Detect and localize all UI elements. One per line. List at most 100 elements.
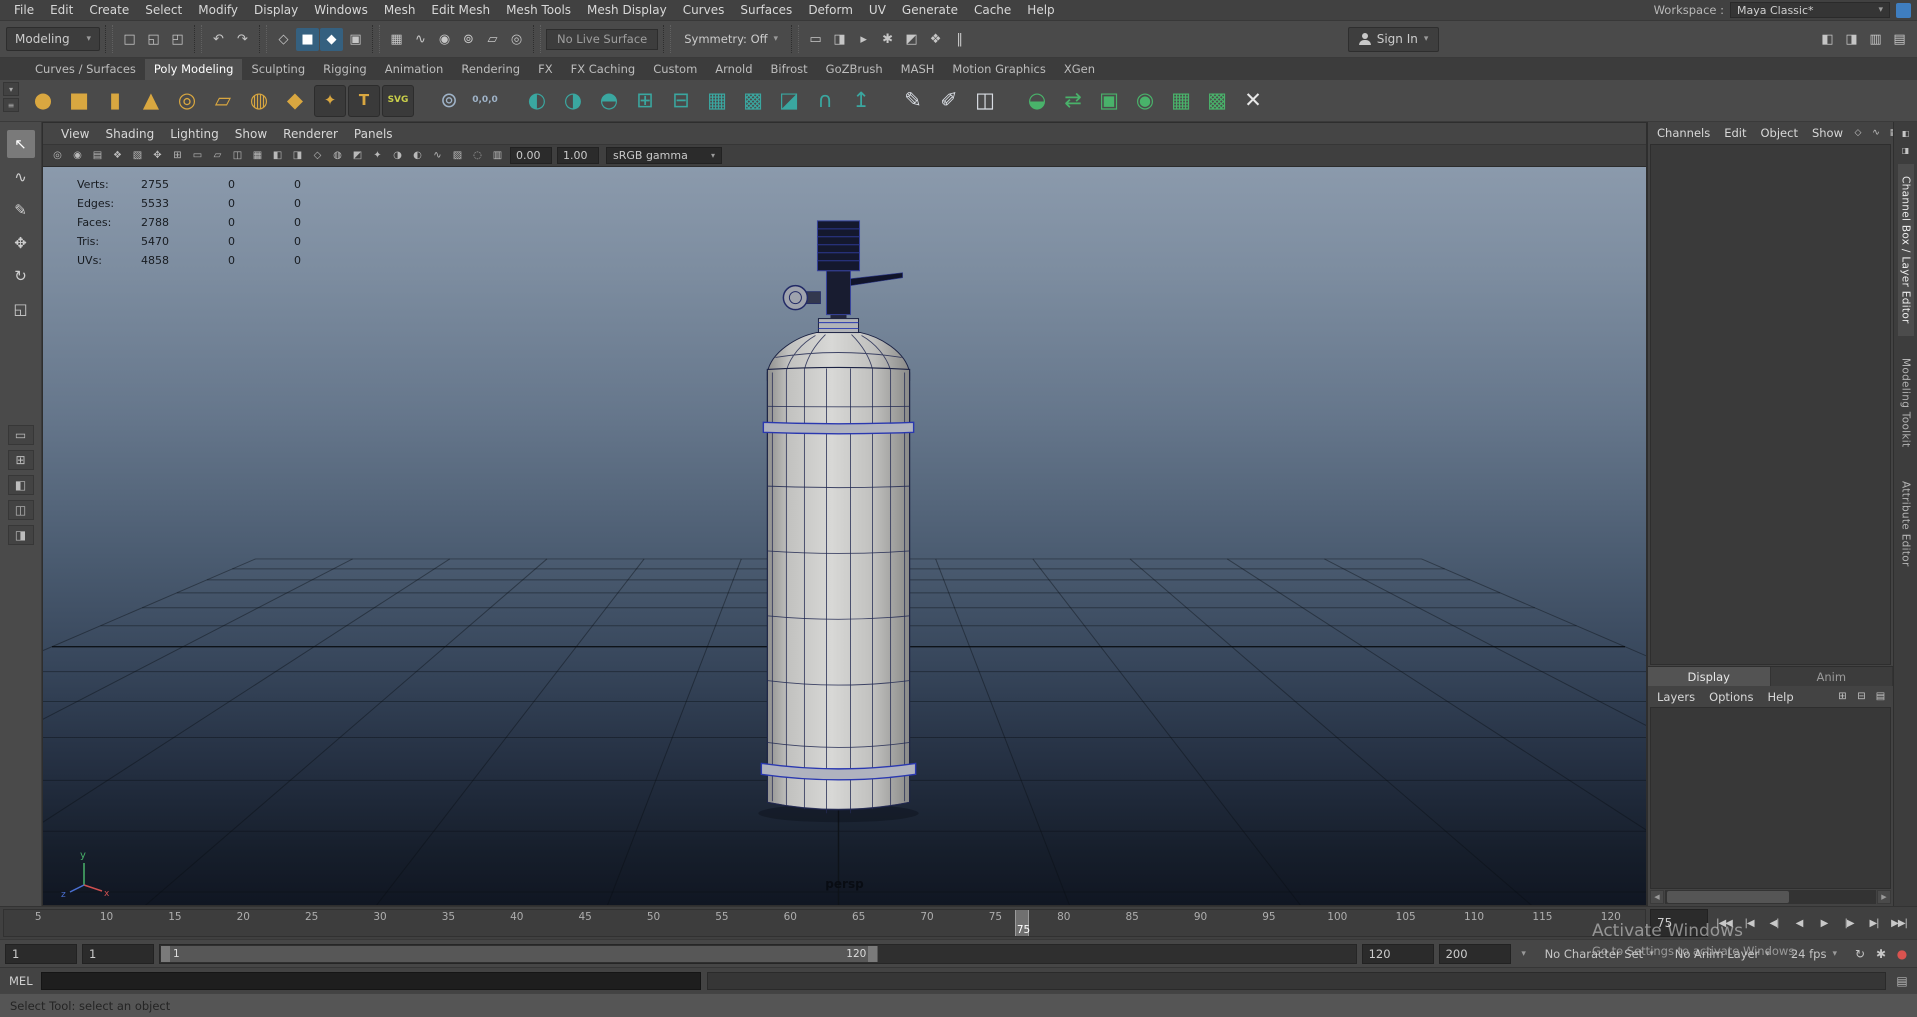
menu-display[interactable]: Display [246, 2, 306, 18]
scroll-left-icon[interactable]: ◀ [1650, 890, 1664, 904]
snap-to-view-plane-icon[interactable]: ▱ [481, 28, 504, 51]
scale-tool[interactable]: ◱ [7, 295, 35, 323]
poly-torus-icon[interactable]: ◎ [170, 84, 204, 118]
panel-menu-shading[interactable]: Shading [97, 126, 162, 142]
menu-uv[interactable]: UV [861, 2, 894, 18]
pan-zoom-icon[interactable]: ✥ [148, 146, 167, 165]
ipr-render-icon[interactable]: ▸ [852, 28, 875, 51]
boolean-intersection-icon[interactable]: ◓ [592, 84, 626, 118]
panel-menu-view[interactable]: View [53, 126, 97, 142]
multisample-icon[interactable]: ▨ [448, 146, 467, 165]
shelf-tab-sculpting[interactable]: Sculpting [242, 59, 314, 80]
shelf-tab-rigging[interactable]: Rigging [314, 59, 376, 80]
toggle-tool-settings-icon[interactable]: ◨ [1840, 28, 1863, 51]
motion-blur-icon[interactable]: ∿ [428, 146, 447, 165]
undo-icon[interactable]: ↶ [207, 28, 230, 51]
anim-layer-dropdown[interactable]: No Anim Layer ▾ [1667, 944, 1778, 964]
svg-tool-icon[interactable]: SVG [382, 84, 414, 117]
remesh-icon[interactable]: ▦ [1164, 84, 1198, 118]
poly-sphere-icon[interactable]: ● [26, 84, 60, 118]
menu-select[interactable]: Select [137, 2, 190, 18]
shadows-icon[interactable]: ◑ [388, 146, 407, 165]
channel-box-menu-edit[interactable]: Edit [1717, 125, 1753, 141]
snap-to-point-icon[interactable]: ◉ [433, 28, 456, 51]
command-input[interactable] [41, 971, 701, 990]
boolean-difference-icon[interactable]: ◑ [556, 84, 590, 118]
animation-start-field[interactable] [5, 943, 77, 964]
menu-surfaces[interactable]: Surfaces [732, 2, 800, 18]
channel-manip-icon[interactable]: ◇ [1850, 125, 1866, 141]
sidebar-expand-icon[interactable]: ◨ [1898, 142, 1914, 158]
shelf-icon[interactable] [880, 84, 894, 118]
menu-help[interactable]: Help [1019, 2, 1062, 18]
character-set-dropdown[interactable]: No Character Set ▾ [1537, 944, 1662, 964]
exposure-field[interactable]: 0.00 [510, 147, 552, 164]
shelf-icon[interactable] [416, 84, 430, 118]
grid-toggle-icon[interactable]: ⊞ [168, 146, 187, 165]
mirror-icon[interactable]: ◒ [1020, 84, 1054, 118]
vtab-modeling-toolkit[interactable]: Modeling Toolkit [1898, 346, 1914, 459]
shelf-tab-animation[interactable]: Animation [376, 59, 453, 80]
shelf-icon[interactable] [504, 84, 518, 118]
workspace-dropdown[interactable]: Maya Classic* ▾ [1730, 2, 1890, 18]
isolate-select-icon[interactable]: ◌ [468, 146, 487, 165]
shelf-tab-mash[interactable]: MASH [892, 59, 944, 80]
save-scene-icon[interactable]: ◰ [166, 28, 189, 51]
select-hierarchy-icon[interactable]: ◇ [272, 28, 295, 51]
toggle-channel-box-icon[interactable]: ▤ [1888, 28, 1911, 51]
shelf-tab-poly-modeling[interactable]: Poly Modeling [144, 59, 243, 80]
safe-title-icon[interactable]: ◨ [288, 146, 307, 165]
center-pivot-icon[interactable]: ⊚ [432, 84, 466, 118]
scrollbar-track[interactable] [1665, 890, 1876, 904]
range-options-dropdown[interactable]: ▾ [1516, 945, 1532, 963]
layout-split-pane-button[interactable]: ◫ [7, 500, 34, 520]
new-layer-from-selected-icon[interactable]: ⊟ [1853, 688, 1870, 705]
shelf-icon[interactable] [1004, 84, 1018, 118]
shaded-mode-icon[interactable]: ◍ [328, 146, 347, 165]
boolean-union-icon[interactable]: ◐ [520, 84, 554, 118]
animation-end-field[interactable] [1438, 943, 1511, 964]
shelf-menu-icon[interactable]: ≡ [3, 98, 19, 112]
shelf-tab-arnold[interactable]: Arnold [706, 59, 761, 80]
layers-menu-help[interactable]: Help [1760, 689, 1800, 705]
fps-dropdown[interactable]: 24 fps ▾ [1783, 944, 1845, 964]
quad-draw-icon[interactable]: ✐ [932, 84, 966, 118]
playback-start-field[interactable] [82, 943, 154, 964]
render-current-frame-icon[interactable]: ◨ [828, 28, 851, 51]
poly-platonic-icon[interactable]: ◆ [278, 84, 312, 118]
layers-menu-options[interactable]: Options [1702, 689, 1760, 705]
average-vertices-icon[interactable]: ▣ [1092, 84, 1126, 118]
channel-box-menu-object[interactable]: Object [1754, 125, 1805, 141]
range-handle-left[interactable] [161, 945, 170, 962]
script-editor-icon[interactable]: ▤ [1892, 971, 1912, 991]
shelf-tab-toggle-icon[interactable]: ▾ [3, 82, 19, 96]
menu-file[interactable]: File [6, 2, 42, 18]
panel-menu-renderer[interactable]: Renderer [275, 126, 346, 142]
lock-camera-icon[interactable]: ◉ [68, 146, 87, 165]
zero-transform-icon[interactable]: 0,0,0 [468, 84, 502, 118]
shelf-tab-fx[interactable]: FX [529, 59, 562, 80]
menu-generate[interactable]: Generate [894, 2, 966, 18]
layout-single-pane-button[interactable]: ▭ [7, 425, 34, 445]
sidebar-collapse-icon[interactable]: ◧ [1898, 125, 1914, 141]
toggle-attribute-editor-icon[interactable]: ▥ [1864, 28, 1887, 51]
hypershade-icon[interactable]: ◩ [900, 28, 923, 51]
layer-options-icon[interactable]: ▤ [1872, 688, 1889, 705]
shelf-tab-fx-caching[interactable]: FX Caching [562, 59, 645, 80]
make-live-icon[interactable]: ◎ [505, 28, 528, 51]
shelf-tab-bifrost[interactable]: Bifrost [762, 59, 817, 80]
select-tool[interactable]: ↖ [6, 130, 35, 158]
view-transform-dropdown[interactable]: sRGB gamma ▾ [606, 147, 722, 164]
menu-edit[interactable]: Edit [42, 2, 81, 18]
smooth-icon[interactable]: ▩ [736, 84, 770, 118]
new-empty-layer-icon[interactable]: ⊞ [1834, 688, 1851, 705]
layout-four-pane-button[interactable]: ⊞ [7, 450, 34, 470]
shelf-tab-motion-graphics[interactable]: Motion Graphics [943, 59, 1054, 80]
delete-history-icon[interactable]: ✕ [1236, 84, 1270, 118]
channel-box-list[interactable] [1650, 144, 1891, 665]
go-to-end-button[interactable]: ▶▶| [1887, 911, 1911, 935]
menu-create[interactable]: Create [81, 2, 137, 18]
menu-edit-mesh[interactable]: Edit Mesh [423, 2, 498, 18]
channel-box-menu-channels[interactable]: Channels [1650, 125, 1717, 141]
selection-mask-icon[interactable]: ▣ [344, 28, 367, 51]
